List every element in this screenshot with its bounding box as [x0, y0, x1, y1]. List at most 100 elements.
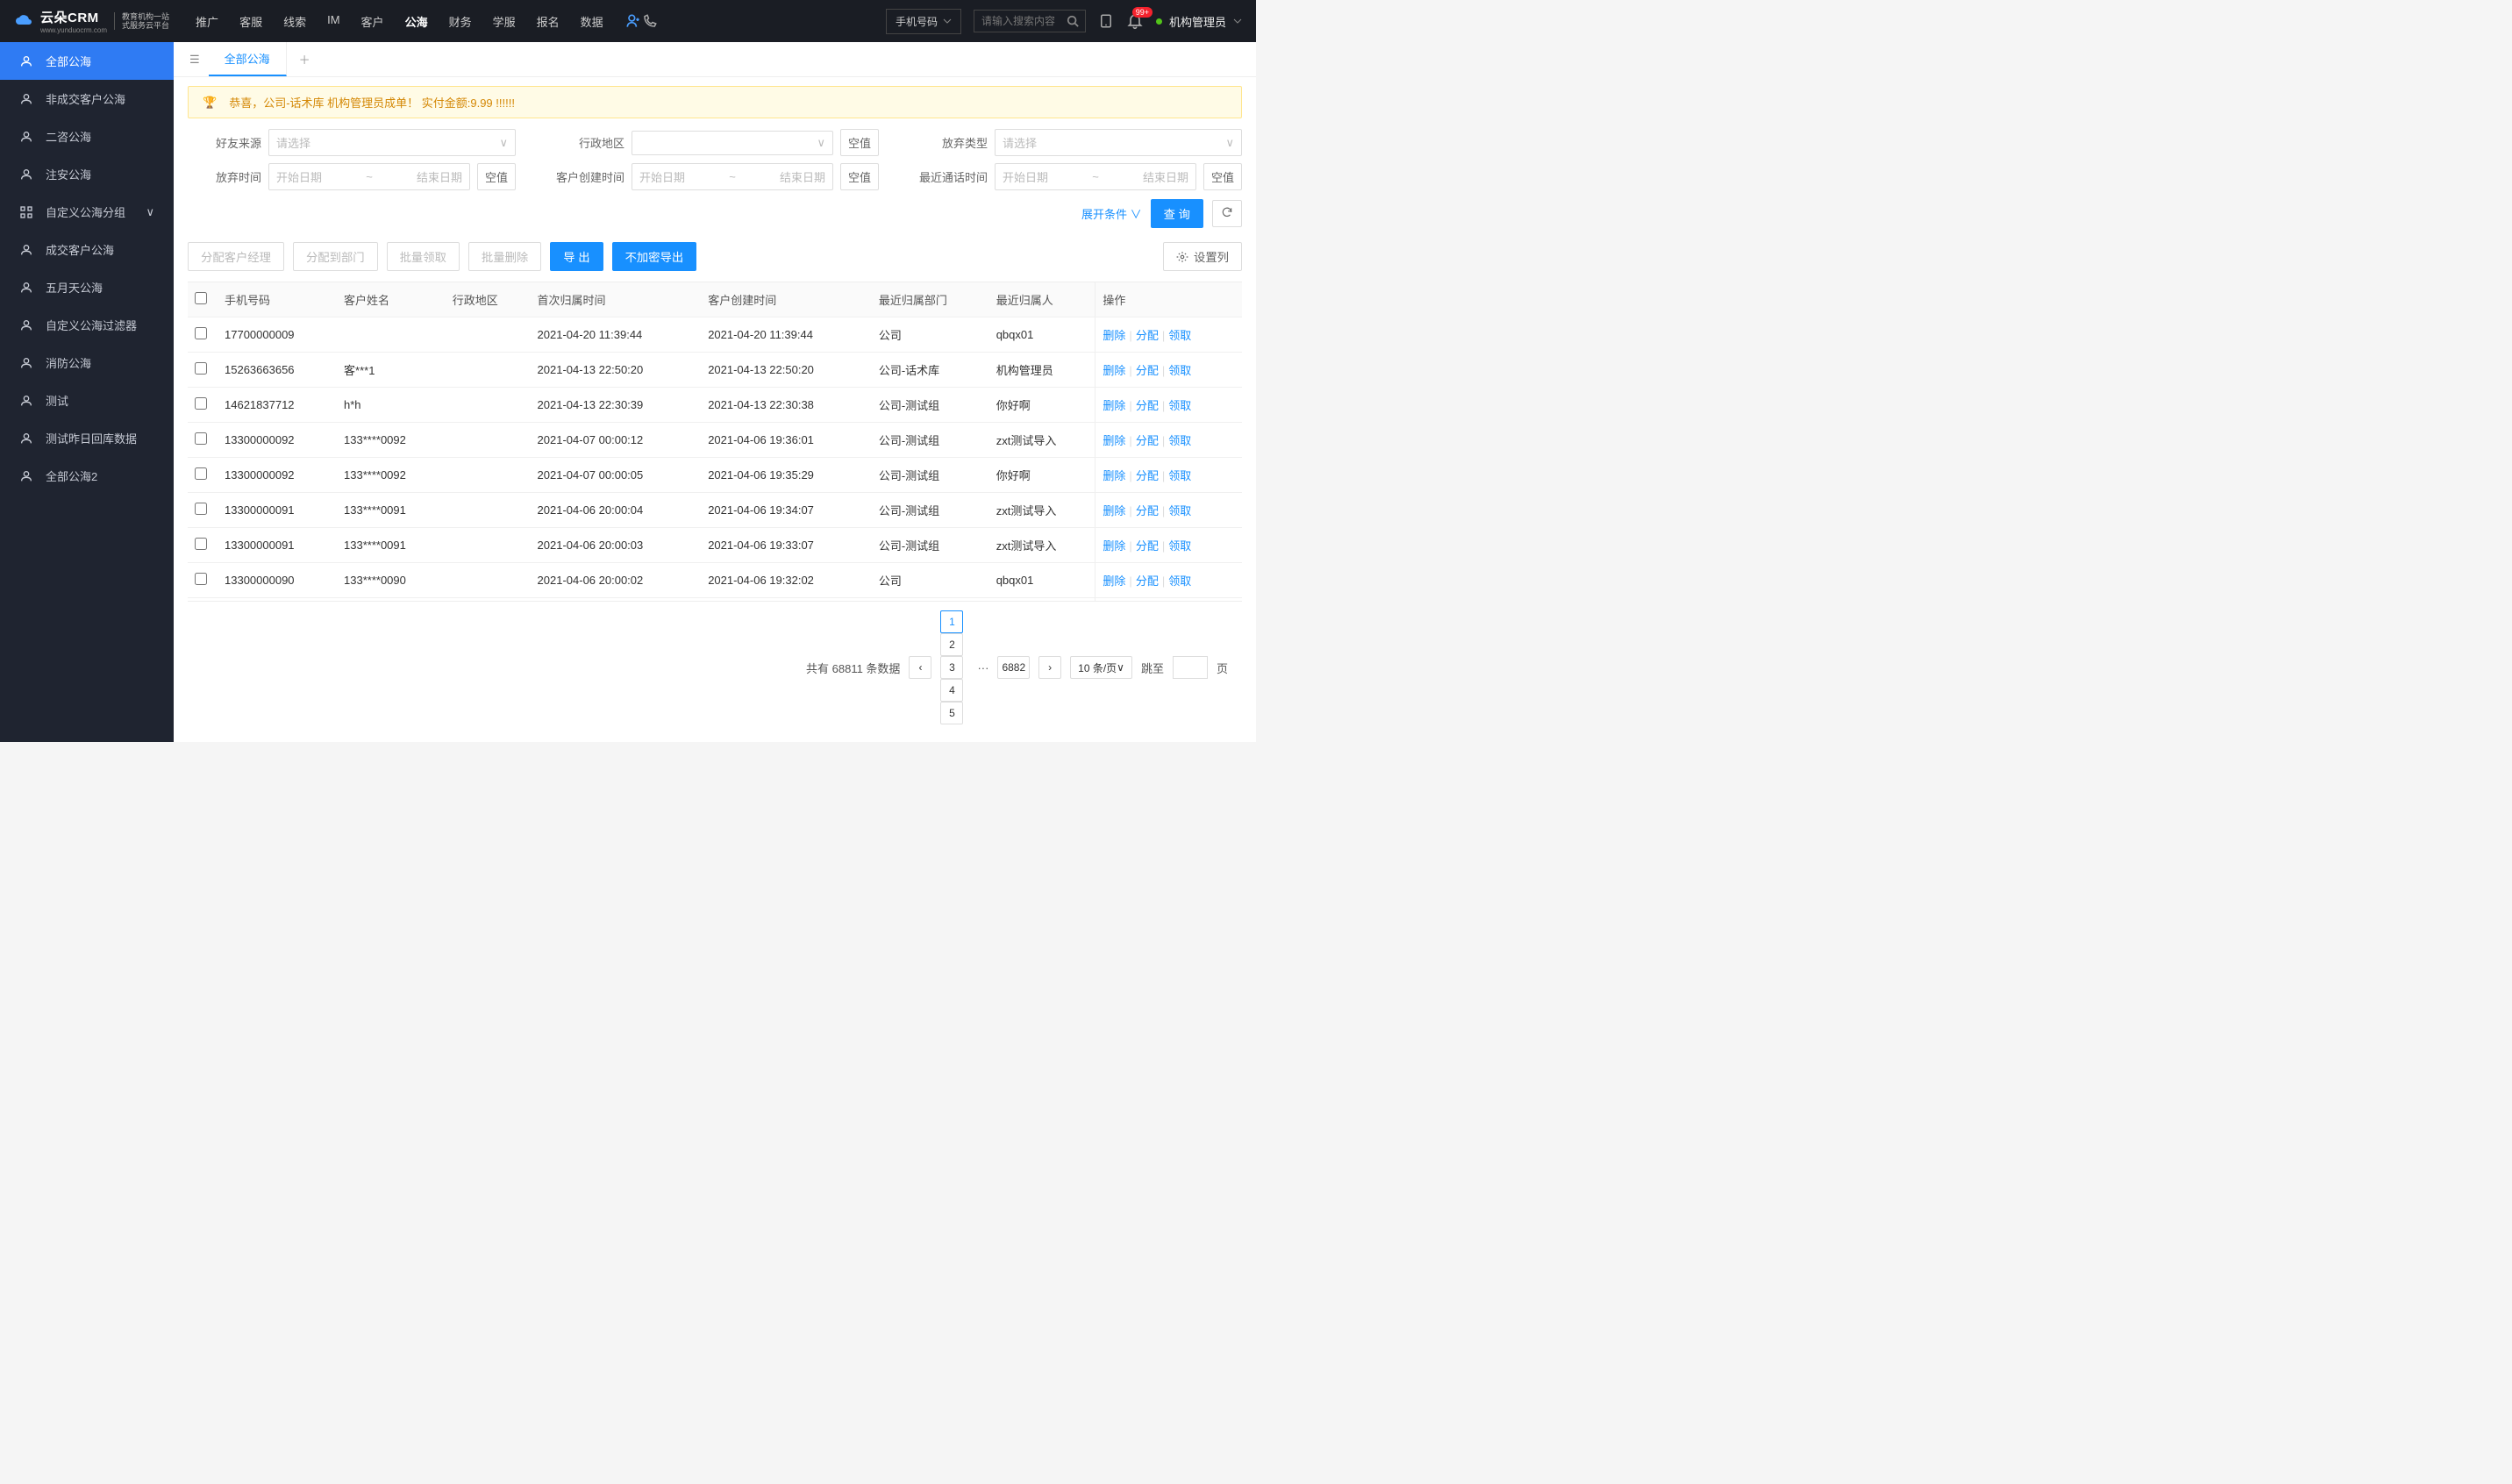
action-del[interactable]: 删除 — [1103, 469, 1125, 482]
action-del[interactable]: 删除 — [1103, 399, 1125, 412]
refresh-button[interactable] — [1212, 200, 1242, 227]
sidebar-item-自定义公海过滤器[interactable]: 自定义公海过滤器 — [0, 306, 174, 344]
action-del[interactable]: 删除 — [1103, 434, 1125, 447]
select-all[interactable] — [195, 292, 207, 304]
action-claim[interactable]: 领取 — [1168, 434, 1191, 447]
batch-claim-button[interactable]: 批量领取 — [387, 242, 460, 271]
row-select[interactable] — [195, 327, 207, 339]
assign-dept-button[interactable]: 分配到部门 — [293, 242, 378, 271]
row-select[interactable] — [195, 397, 207, 410]
sidebar-item-五月天公海[interactable]: 五月天公海 — [0, 268, 174, 306]
page-prev[interactable]: ‹ — [909, 656, 931, 679]
action-claim[interactable]: 领取 — [1168, 574, 1191, 588]
cell-owner: qbqx01 — [989, 563, 1095, 598]
page-1[interactable]: 1 — [940, 610, 963, 633]
query-button[interactable]: 查 询 — [1151, 199, 1203, 228]
sidebar-item-全部公海[interactable]: 全部公海 — [0, 42, 174, 80]
action-assign[interactable]: 分配 — [1136, 504, 1159, 517]
action-assign[interactable]: 分配 — [1136, 469, 1159, 482]
cell-actions: 删除|分配|领取 — [1095, 528, 1242, 563]
row-select[interactable] — [195, 538, 207, 550]
row-select[interactable] — [195, 362, 207, 375]
tab-all-public[interactable]: 全部公海 — [209, 42, 287, 76]
nav-报名[interactable]: 报名 — [535, 10, 561, 33]
export-plain-button[interactable]: 不加密导出 — [612, 242, 697, 271]
batch-del-button[interactable]: 批量删除 — [468, 242, 541, 271]
row-select[interactable] — [195, 432, 207, 445]
admin-dropdown[interactable]: 机构管理员 — [1156, 13, 1242, 30]
page-5[interactable]: 5 — [940, 702, 963, 724]
notifications[interactable]: 99+ — [1126, 12, 1144, 30]
filter-region-null[interactable]: 空值 — [840, 129, 879, 156]
page-4[interactable]: 4 — [940, 679, 963, 702]
filter-call-time-null[interactable]: 空值 — [1203, 163, 1242, 190]
action-assign[interactable]: 分配 — [1136, 364, 1159, 377]
sidebar-item-非成交客户公海[interactable]: 非成交客户公海 — [0, 80, 174, 118]
export-button[interactable]: 导 出 — [550, 242, 603, 271]
action-claim[interactable]: 领取 — [1168, 364, 1191, 377]
page-last[interactable]: 6882 — [997, 656, 1030, 679]
action-claim[interactable]: 领取 — [1168, 399, 1191, 412]
sidebar-item-二咨公海[interactable]: 二咨公海 — [0, 118, 174, 155]
page-2[interactable]: 2 — [940, 633, 963, 656]
sidebar-item-测试[interactable]: 测试 — [0, 382, 174, 419]
filter-region-select[interactable]: ∨ — [632, 131, 833, 155]
action-del[interactable]: 删除 — [1103, 504, 1125, 517]
page-next[interactable]: › — [1038, 656, 1061, 679]
filter-create-time-range[interactable]: 开始日期~结束日期 — [632, 163, 833, 190]
action-del[interactable]: 删除 — [1103, 574, 1125, 588]
action-assign[interactable]: 分配 — [1136, 434, 1159, 447]
row-select[interactable] — [195, 467, 207, 480]
search-icon[interactable] — [1067, 15, 1079, 27]
logo[interactable]: 云朵CRM www.yunduocrm.com 教育机构一站式服务云平台 — [14, 8, 169, 34]
action-claim[interactable]: 领取 — [1168, 504, 1191, 517]
cell-created: 2021-04-13 22:50:20 — [701, 353, 872, 388]
filter-source-select[interactable]: 请选择∨ — [268, 129, 516, 156]
filter-abandon-type-select[interactable]: 请选择∨ — [995, 129, 1242, 156]
action-claim[interactable]: 领取 — [1168, 329, 1191, 342]
action-assign[interactable]: 分配 — [1136, 399, 1159, 412]
sidebar-item-全部公海2[interactable]: 全部公海2 — [0, 457, 174, 495]
action-del[interactable]: 删除 — [1103, 329, 1125, 342]
sidebar-item-成交客户公海[interactable]: 成交客户公海 — [0, 231, 174, 268]
action-del[interactable]: 删除 — [1103, 539, 1125, 553]
filter-abandon-time-range[interactable]: 开始日期~结束日期 — [268, 163, 470, 190]
filter-create-time-null[interactable]: 空值 — [840, 163, 879, 190]
action-del[interactable]: 删除 — [1103, 364, 1125, 377]
row-select[interactable] — [195, 573, 207, 585]
filter-call-time-range[interactable]: 开始日期~结束日期 — [995, 163, 1196, 190]
set-columns-button[interactable]: 设置列 — [1163, 242, 1242, 271]
nav-线索[interactable]: 线索 — [282, 10, 308, 33]
per-page-select[interactable]: 10 条/页 ∨ — [1070, 656, 1132, 679]
jump-input[interactable] — [1173, 656, 1208, 679]
expand-filters[interactable]: 展开条件 ∨ — [1081, 205, 1142, 222]
sidebar-item-注安公海[interactable]: 注安公海 — [0, 155, 174, 193]
page-3[interactable]: 3 — [940, 656, 963, 679]
nav-推广[interactable]: 推广 — [194, 10, 220, 33]
tab-add[interactable]: ＋ — [287, 51, 323, 68]
sidebar-item-自定义公海分组[interactable]: 自定义公海分组∨ — [0, 193, 174, 231]
row-select[interactable] — [195, 503, 207, 515]
nav-客服[interactable]: 客服 — [238, 10, 264, 33]
phone-icon[interactable] — [642, 13, 658, 29]
nav-IM[interactable]: IM — [325, 10, 341, 33]
nav-财务[interactable]: 财务 — [447, 10, 474, 33]
tablet-icon[interactable] — [1098, 13, 1114, 29]
action-claim[interactable]: 领取 — [1168, 539, 1191, 553]
hamburger-icon[interactable]: ☰ — [181, 53, 209, 67]
user-plus-icon[interactable] — [624, 12, 642, 30]
assign-mgr-button[interactable]: 分配客户经理 — [188, 242, 284, 271]
action-claim[interactable]: 领取 — [1168, 469, 1191, 482]
nav-数据[interactable]: 数据 — [579, 10, 605, 33]
action-assign[interactable]: 分配 — [1136, 329, 1159, 342]
status-dot — [1156, 18, 1162, 25]
action-assign[interactable]: 分配 — [1136, 539, 1159, 553]
nav-学服[interactable]: 学服 — [491, 10, 517, 33]
nav-客户[interactable]: 客户 — [360, 10, 386, 33]
sidebar-item-消防公海[interactable]: 消防公海 — [0, 344, 174, 382]
filter-abandon-time-null[interactable]: 空值 — [477, 163, 516, 190]
nav-公海[interactable]: 公海 — [403, 10, 430, 33]
action-assign[interactable]: 分配 — [1136, 574, 1159, 588]
search-type-select[interactable]: 手机号码 — [886, 9, 961, 34]
sidebar-item-测试昨日回库数据[interactable]: 测试昨日回库数据 — [0, 419, 174, 457]
